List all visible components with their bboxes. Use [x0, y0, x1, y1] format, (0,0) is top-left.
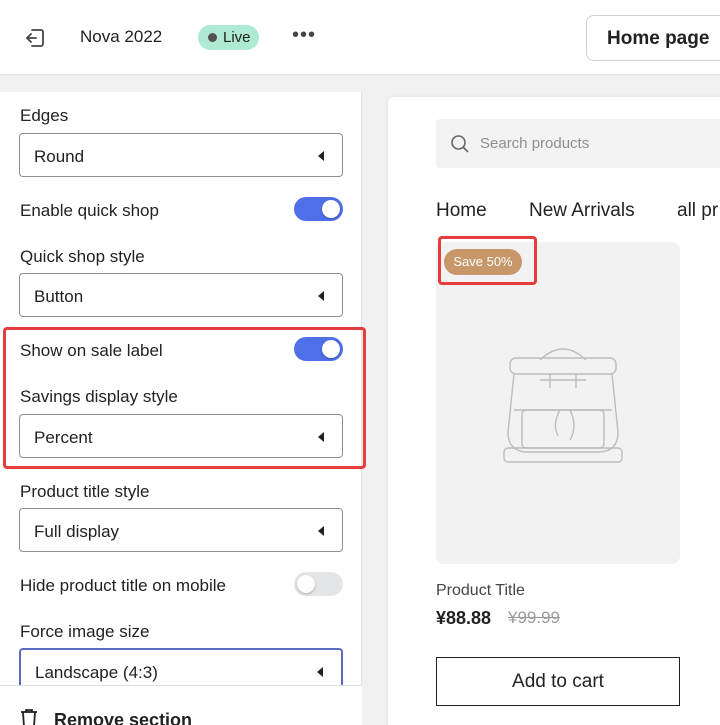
- search-input[interactable]: Search products: [436, 119, 720, 168]
- force-image-size-label: Force image size: [20, 622, 150, 641]
- toggle-knob: [297, 575, 315, 593]
- highlight-box: [438, 236, 537, 285]
- trash-icon: [20, 708, 38, 725]
- quick-shop-style-label: Quick shop style: [20, 247, 145, 266]
- status-badge-label: Live: [223, 29, 251, 46]
- caret-icon: [318, 291, 324, 301]
- nav-item-home[interactable]: Home: [436, 200, 487, 222]
- product-title-style-select[interactable]: Full display: [19, 508, 343, 552]
- compare-at-price: ¥99.99: [508, 608, 560, 627]
- highlight-box: [3, 327, 366, 469]
- exit-icon[interactable]: [23, 26, 47, 50]
- caret-icon: [318, 526, 324, 536]
- add-to-cart-button[interactable]: Add to cart: [436, 657, 680, 706]
- search-placeholder: Search products: [480, 135, 590, 152]
- remove-section-label: Remove section: [54, 710, 193, 725]
- caret-icon: [317, 667, 323, 677]
- remove-section-button[interactable]: Remove section: [0, 685, 362, 725]
- quick-shop-style-select[interactable]: Button: [19, 273, 343, 317]
- nav-item-all-products[interactable]: all pr: [677, 200, 718, 222]
- status-badge: Live: [198, 25, 259, 50]
- more-actions-button[interactable]: •••: [292, 25, 318, 48]
- page-selector[interactable]: Home page: [586, 15, 720, 61]
- product-title-style-value: Full display: [34, 522, 120, 541]
- live-dot-icon: [208, 33, 217, 42]
- force-image-size-value: Landscape (4:3): [35, 663, 158, 682]
- product-title-style-label: Product title style: [20, 482, 150, 501]
- enable-quick-shop-label: Enable quick shop: [20, 201, 159, 220]
- edges-select[interactable]: Round: [19, 133, 343, 177]
- toggle-knob: [322, 200, 340, 218]
- hide-product-title-toggle[interactable]: [294, 572, 343, 596]
- edges-value: Round: [34, 147, 85, 166]
- quick-shop-style-value: Button: [34, 287, 84, 306]
- theme-name: Nova 2022: [80, 27, 163, 46]
- top-bar: Nova 2022 Live ••• Home page: [0, 0, 720, 75]
- product-title[interactable]: Product Title: [436, 582, 525, 600]
- hide-product-title-label: Hide product title on mobile: [20, 576, 227, 595]
- enable-quick-shop-toggle[interactable]: [294, 197, 343, 221]
- edges-label: Edges: [20, 106, 69, 125]
- search-icon: [450, 134, 470, 154]
- nav-item-new-arrivals[interactable]: New Arrivals: [529, 200, 635, 222]
- product-price: ¥88.88: [436, 608, 492, 628]
- caret-icon: [318, 151, 324, 161]
- backpack-placeholder-image: [500, 340, 626, 470]
